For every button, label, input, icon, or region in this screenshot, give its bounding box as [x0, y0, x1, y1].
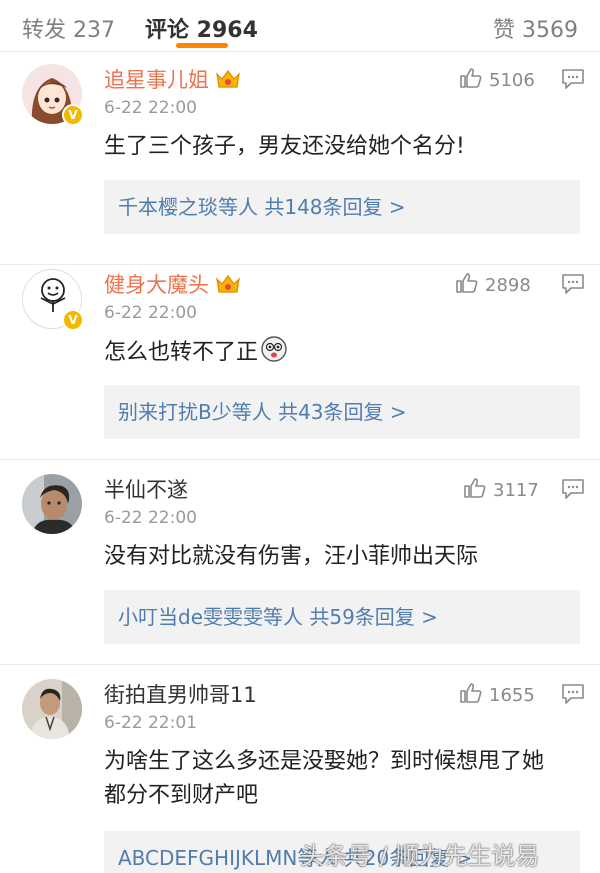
like-count: 2898: [485, 275, 531, 296]
comment-text: 生了三个孩子，男友还没给她个名分!: [104, 134, 465, 159]
thumb-up-icon: [460, 683, 482, 703]
tab-comment[interactable]: 评论 2964: [145, 12, 258, 44]
thumb-up-icon: [460, 68, 482, 88]
replies-link[interactable]: 小叮当de雯雯雯等人 共59条回复 >: [104, 590, 580, 644]
replies-link[interactable]: 千本樱之琰等人 共148条回复 >: [104, 180, 580, 234]
verified-v-icon: V: [62, 309, 84, 331]
comment-item: 半仙不遂 6-22 22:00 3117 没有对比就没有伤害，汪小菲帅出天际 小…: [0, 462, 600, 665]
thumb-up-icon: [456, 273, 478, 293]
comment-bubble-icon[interactable]: [561, 68, 585, 90]
timestamp: 6-22 22:01: [104, 713, 197, 733]
tab-like[interactable]: 赞 3569: [493, 12, 578, 44]
comment-item: V 追星事儿姐 6-22 22:00 5106 生了三个孩子，男友还没给她个名分…: [0, 52, 600, 265]
thumb-up-icon: [464, 478, 486, 498]
crown-icon: [216, 275, 240, 293]
comment-bubble-icon[interactable]: [561, 478, 585, 500]
username[interactable]: 追星事儿姐: [104, 64, 241, 94]
comment-text: 怎么也转不了正: [104, 335, 574, 370]
comment-text: 没有对比就没有伤害，汪小菲帅出天际: [104, 544, 479, 569]
watermark-text: 头条号 / 顺为先生说易: [300, 842, 540, 870]
username[interactable]: 半仙不遂: [104, 474, 188, 504]
active-tab-indicator: [176, 43, 228, 48]
avatar[interactable]: [22, 679, 82, 739]
like-button[interactable]: 5106: [459, 66, 535, 91]
crown-icon: [216, 70, 240, 88]
like-button[interactable]: 2898: [455, 271, 531, 296]
like-button[interactable]: 3117: [463, 476, 539, 501]
timestamp: 6-22 22:00: [104, 303, 197, 323]
comment-bubble-icon[interactable]: [561, 683, 585, 705]
like-count: 5106: [489, 70, 535, 91]
username[interactable]: 健身大魔头: [104, 269, 241, 299]
tab-repost[interactable]: 转发 237: [22, 12, 115, 44]
comment-bubble-icon[interactable]: [561, 273, 585, 295]
timestamp: 6-22 22:00: [104, 98, 197, 118]
like-button[interactable]: 1655: [459, 681, 535, 706]
tab-bar: 转发 237 评论 2964 赞 3569: [0, 0, 600, 52]
emoji-face-icon: [261, 336, 287, 362]
avatar[interactable]: [22, 474, 82, 534]
replies-link[interactable]: 别来打扰B少等人 共43条回复 >: [104, 385, 580, 439]
comment-item: V 健身大魔头 6-22 22:00 2898 怎么也转不了正 别来打扰B少等人…: [0, 257, 600, 460]
comment-text: 为啥生了这么多还是没娶她？到时候想甩了她 都分不到财产吧: [104, 749, 545, 808]
like-count: 1655: [489, 685, 535, 706]
username[interactable]: 街拍直男帅哥11: [104, 679, 257, 709]
timestamp: 6-22 22:00: [104, 508, 197, 528]
like-count: 3117: [493, 480, 539, 501]
verified-v-icon: V: [62, 104, 84, 126]
